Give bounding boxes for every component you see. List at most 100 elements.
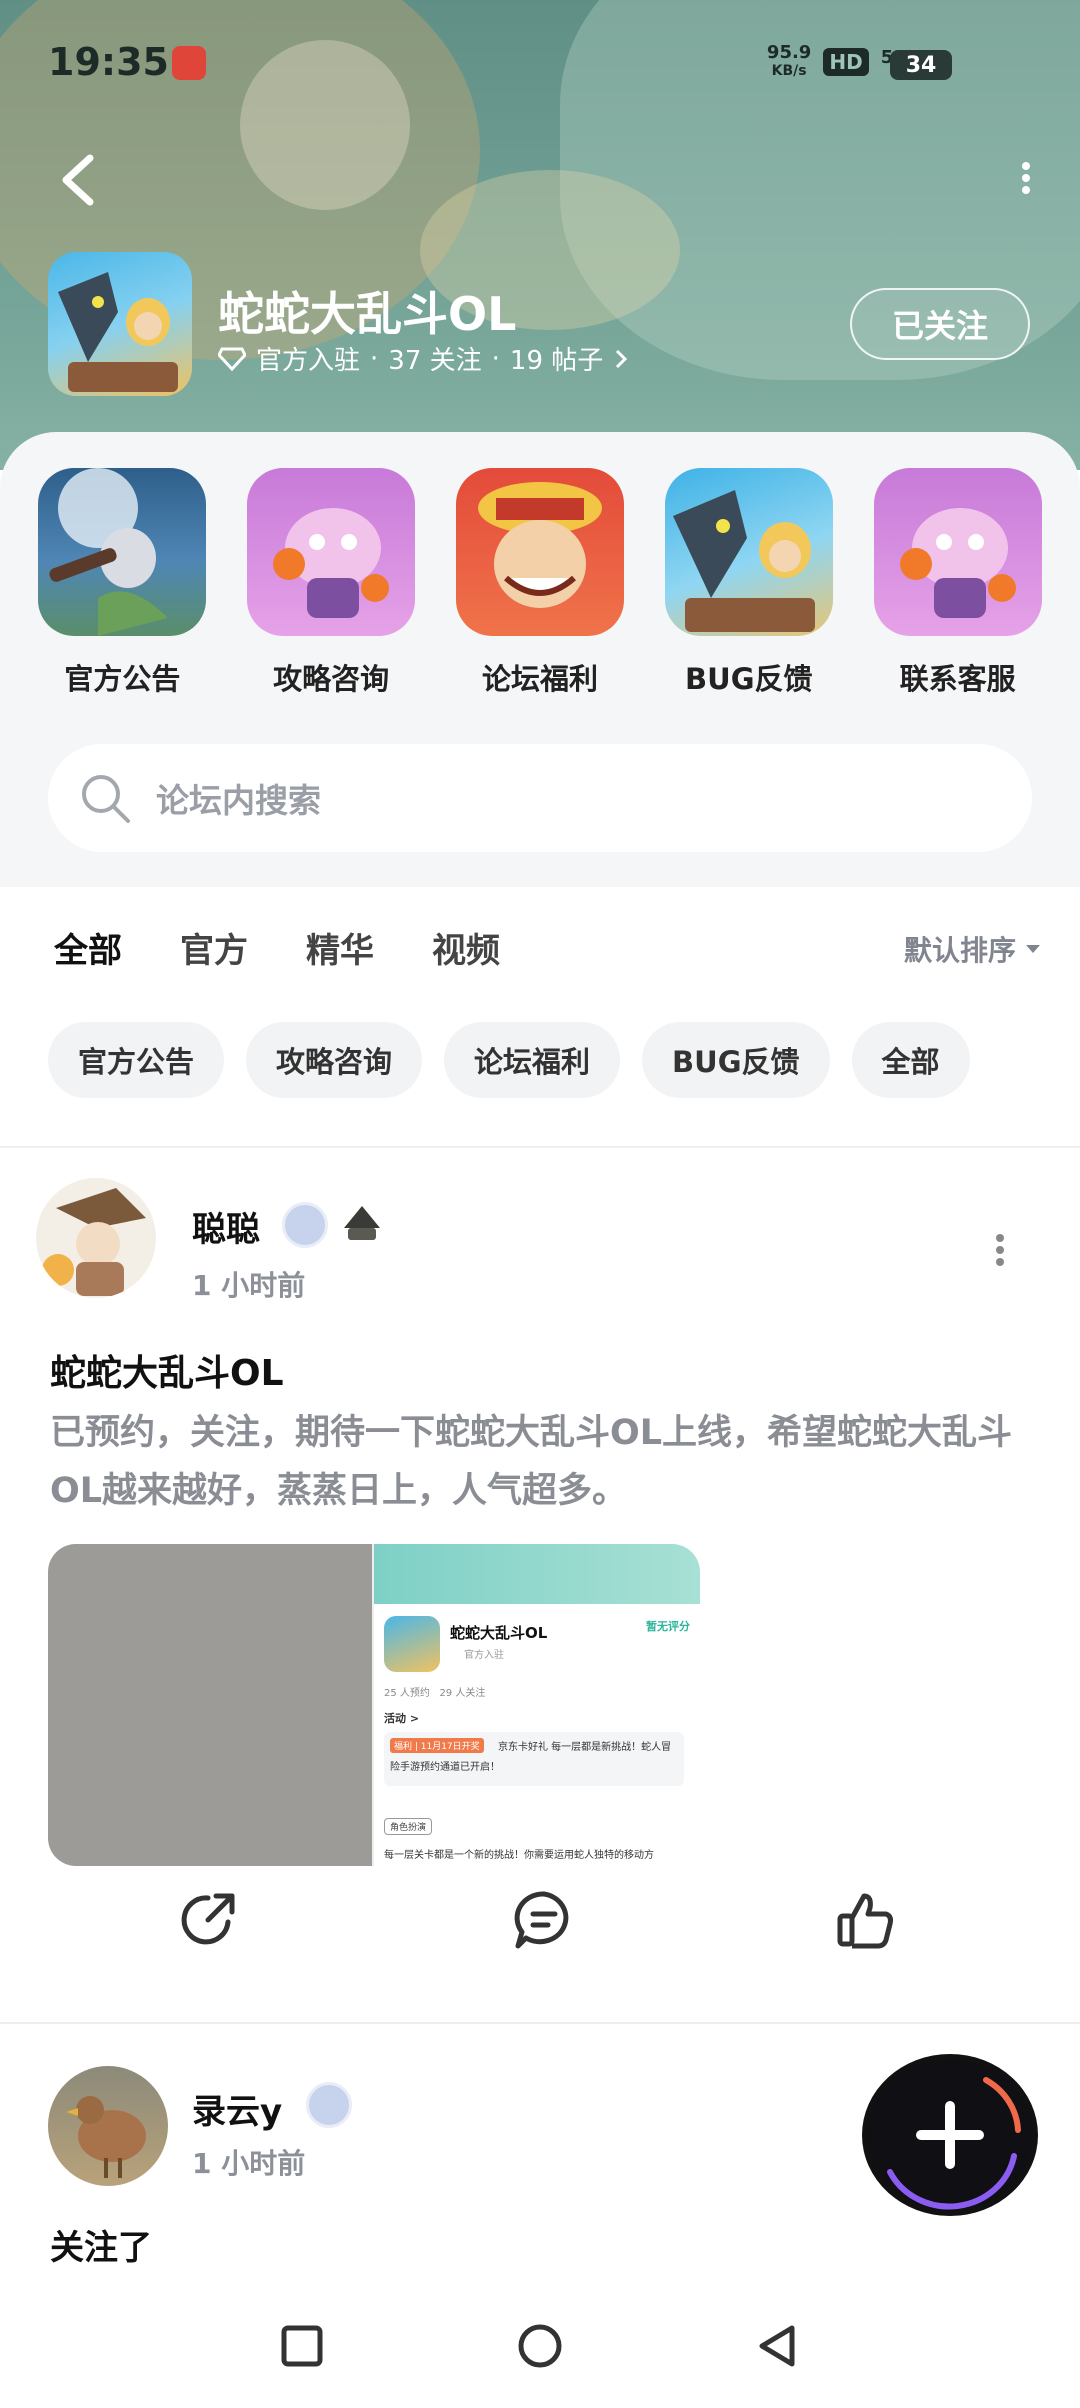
chip-all[interactable]: 全部	[851, 1022, 970, 1098]
sort-label: 默认排序	[903, 934, 1016, 967]
square-icon	[281, 2325, 323, 2367]
entry-label: 论坛福利	[481, 662, 598, 696]
entry-label: 官方公告	[64, 662, 181, 696]
diamond-icon	[218, 347, 246, 371]
post-action-bar	[0, 1888, 1080, 1988]
announcement-art-icon	[38, 468, 207, 636]
follow-button[interactable]: 已关注	[850, 288, 1030, 360]
entry-label: 攻略咨询	[273, 662, 390, 696]
forum-page: 19:35 95.9 KB/s HD 5G 34	[0, 0, 1080, 2408]
share-icon	[181, 1893, 235, 1945]
post-body[interactable]: 已预约，关注，期待一下蛇蛇大乱斗OL上线，希望蛇蛇大乱斗OL越来越好，蒸蒸日上，…	[50, 1404, 1040, 1520]
screenshot-role-tag: 角色扮演	[384, 1818, 433, 1835]
hat-badge-icon	[338, 1198, 386, 1246]
notification-app-icon	[172, 46, 206, 80]
forum-search-input[interactable]: 论坛内搜索	[48, 744, 1032, 852]
more-options-button[interactable]	[1016, 158, 1036, 202]
post-title[interactable]: 蛇蛇大乱斗OL	[50, 1344, 284, 1396]
search-icon	[82, 775, 130, 823]
chip-guide[interactable]: 攻略咨询	[246, 1022, 423, 1098]
official-label: 官方入驻	[256, 346, 361, 376]
back-nav-button[interactable]	[748, 2316, 808, 2376]
verified-badge-icon	[282, 1202, 328, 1248]
system-navigation-bar	[0, 2290, 1080, 2408]
post-image-gallery[interactable]: 蛇蛇大乱斗OL 暂无评分 官方入驻 25 人预约 29 人关注 活动 > 福利 …	[48, 1544, 700, 1866]
feed-filter-area: 全部 官方 精华 视频 默认排序 官方公告 攻略咨询 论坛福利 BUG反馈 全部	[0, 887, 1080, 1147]
triangle-back-icon	[759, 2325, 795, 2367]
bug-feedback-art-icon	[664, 468, 833, 636]
tab-bar: 全部 官方 精华 视频	[54, 923, 500, 978]
chip-bug-feedback[interactable]: BUG反馈	[642, 1022, 830, 1098]
entry-guide[interactable]: 攻略咨询	[241, 468, 421, 698]
sort-dropdown[interactable]: 默认排序	[904, 929, 1042, 969]
screenshot-announce-card: 福利 | 11月17日开奖 京东卡好礼 每一层都是新挑战！蛇人冒险手游预约通道已…	[384, 1732, 684, 1786]
entry-label: BUG反馈	[685, 662, 813, 696]
status-bar: 19:35 95.9 KB/s HD 5G 34	[0, 0, 1080, 120]
tab-official[interactable]: 官方	[180, 923, 248, 972]
username[interactable]: 录云y	[192, 2084, 282, 2133]
share-button[interactable]	[178, 1888, 242, 1952]
screenshot-announce: 京东卡好礼 每一层都是新挑战！蛇人冒险手游预约通道已开启！	[390, 1742, 672, 1773]
customer-service-art-icon	[873, 468, 1042, 636]
avatar[interactable]	[48, 2066, 168, 2186]
chevron-right-icon	[616, 349, 628, 368]
like-button[interactable]	[834, 1888, 898, 1952]
screenshot-app-icon	[384, 1616, 440, 1672]
forum-meta[interactable]: 官方入驻 · 37 关注 · 19 帖子	[218, 340, 629, 377]
battery-icon: 34	[890, 50, 952, 80]
meta-separator: ·	[370, 343, 379, 374]
tab-video[interactable]: 视频	[432, 923, 500, 972]
quick-entry-panel: 官方公告 攻略咨询 论坛福利 BUG反馈 联系客服 论坛内搜索	[0, 432, 1080, 887]
post-card[interactable]: 聪聪 1 小时前 蛇蛇大乱斗OL 已预约，关注，期待一下蛇蛇大乱斗OL上线，希望…	[0, 1148, 1080, 2022]
post-image[interactable]	[48, 1544, 372, 1866]
follow-count: 37 关注	[388, 346, 482, 376]
chevron-left-icon	[62, 154, 94, 206]
entry-customer-service[interactable]: 联系客服	[868, 468, 1048, 698]
back-button[interactable]	[52, 150, 108, 210]
thumbs-up-icon	[837, 1893, 893, 1949]
entry-announcement[interactable]: 官方公告	[32, 468, 212, 698]
screenshot-rating: 暂无评分	[646, 1620, 690, 1633]
forum-header-banner: 19:35 95.9 KB/s HD 5G 34	[0, 0, 1080, 470]
search-placeholder: 论坛内搜索	[156, 781, 321, 820]
plus-icon	[887, 2077, 1021, 2210]
screenshot-banner	[374, 1544, 700, 1604]
hd-icon: HD	[823, 48, 869, 76]
avatar[interactable]	[36, 1178, 156, 1298]
username[interactable]: 聪聪	[192, 1202, 260, 1251]
screenshot-stats: 25 人预约 29 人关注	[384, 1688, 486, 1699]
net-speed: 95.9 KB/s	[766, 42, 812, 80]
guide-art-icon	[247, 468, 416, 636]
post-count: 19 帖子	[509, 346, 604, 376]
circle-icon	[518, 2324, 562, 2368]
caret-down-icon	[1026, 945, 1040, 953]
tab-all[interactable]: 全部	[54, 923, 122, 978]
home-button[interactable]	[510, 2316, 570, 2376]
entry-label: 联系客服	[899, 662, 1016, 696]
post-image-screenshot[interactable]: 蛇蛇大乱斗OL 暂无评分 官方入驻 25 人预约 29 人关注 活动 > 福利 …	[372, 1544, 700, 1866]
forum-title: 蛇蛇大乱斗OL	[218, 287, 517, 341]
entry-welfare[interactable]: 论坛福利	[450, 468, 630, 698]
entry-bug-feedback[interactable]: BUG反馈	[659, 468, 839, 698]
verified-badge-icon	[306, 2082, 352, 2128]
forum-app-icon	[48, 252, 192, 396]
recents-button[interactable]	[272, 2316, 332, 2376]
post-title[interactable]: 关注了	[50, 2220, 152, 2269]
chip-announcement[interactable]: 官方公告	[48, 1022, 225, 1098]
screenshot-app-name: 蛇蛇大乱斗OL	[450, 1624, 548, 1642]
post-more-button[interactable]	[990, 1230, 1010, 1270]
status-time: 19:35	[48, 40, 169, 84]
screenshot-activity: 活动 >	[384, 1712, 420, 1725]
screenshot-desc: 每一层关卡都是一个新的挑战！你需要运用蛇人独特的移动方	[384, 1850, 654, 1861]
screenshot-official: 官方入驻	[464, 1650, 504, 1661]
welfare-art-icon	[455, 468, 624, 636]
entry-row: 官方公告 攻略咨询 论坛福利 BUG反馈 联系客服	[0, 468, 1080, 698]
meta-separator: ·	[491, 343, 500, 374]
chip-welfare[interactable]: 论坛福利	[444, 1022, 621, 1098]
tab-featured[interactable]: 精华	[306, 923, 374, 972]
comment-button[interactable]	[512, 1888, 576, 1952]
create-post-button[interactable]	[868, 2060, 1032, 2210]
post-time: 1 小时前	[192, 2147, 306, 2180]
comment-icon	[514, 1891, 569, 1949]
post-time: 1 小时前	[192, 1269, 306, 1302]
